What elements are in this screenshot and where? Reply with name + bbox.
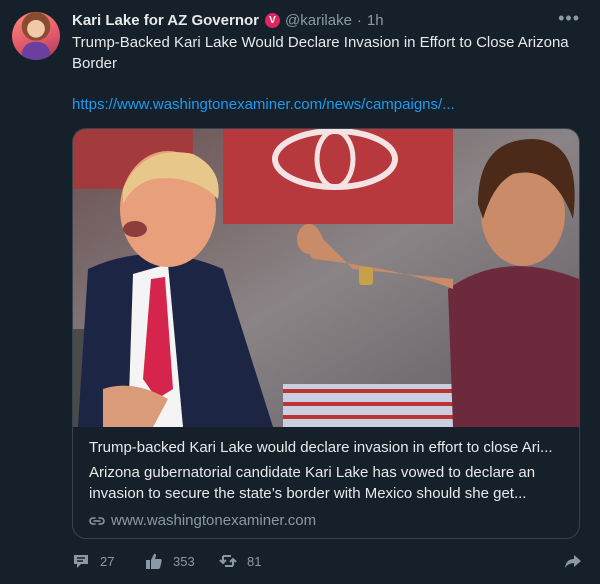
card-domain-text: www.washingtonexaminer.com [111, 512, 317, 529]
thumbs-up-icon [146, 553, 162, 569]
tweet-header: Kari Lake for AZ Governor V @karilake · … [72, 10, 584, 30]
link-preview-card[interactable]: Trump-backed Kari Lake would declare inv… [72, 128, 580, 539]
tweet-link[interactable]: https://www.washingtonexaminer.com/news/… [72, 96, 455, 113]
tweet[interactable]: Kari Lake for AZ Governor V @karilake · … [0, 0, 600, 584]
action-bar: 27 353 81 [72, 552, 582, 572]
avatar[interactable] [12, 12, 60, 60]
card-title[interactable]: Trump-backed Kari Lake would declare inv… [89, 439, 565, 456]
card-description: Arizona gubernatorial candidate Kari Lak… [89, 464, 536, 502]
tweet-text: Trump-Backed Kari Lake Would Declare Inv… [72, 34, 569, 72]
card-image[interactable] [73, 129, 579, 427]
share-arrow-icon [565, 555, 581, 568]
reply-count: 27 [100, 553, 115, 569]
retweet-count: 81 [247, 553, 262, 569]
card-domain[interactable]: www.washingtonexaminer.com [89, 512, 316, 529]
reply-icon [74, 555, 88, 568]
share-button[interactable] [564, 552, 582, 573]
tweet-time[interactable]: 1h [367, 12, 384, 29]
separator: · [356, 11, 362, 29]
verified-badge-icon: V [265, 12, 280, 28]
retweet-button[interactable]: 81 [219, 552, 261, 570]
reply-button[interactable]: 27 [72, 552, 114, 570]
author-name[interactable]: Kari Lake for AZ Governor [72, 12, 259, 29]
author-handle[interactable]: @karilake [285, 12, 352, 29]
like-count: 353 [173, 553, 195, 569]
retweet-icon [219, 555, 237, 567]
more-options-icon[interactable]: ••• [558, 8, 580, 29]
link-icon [89, 516, 105, 525]
like-button[interactable]: 353 [145, 552, 195, 570]
